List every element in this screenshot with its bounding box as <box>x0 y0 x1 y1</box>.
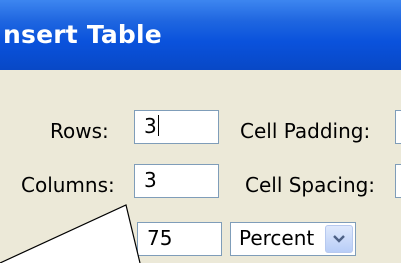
callout-pointer <box>0 204 141 263</box>
